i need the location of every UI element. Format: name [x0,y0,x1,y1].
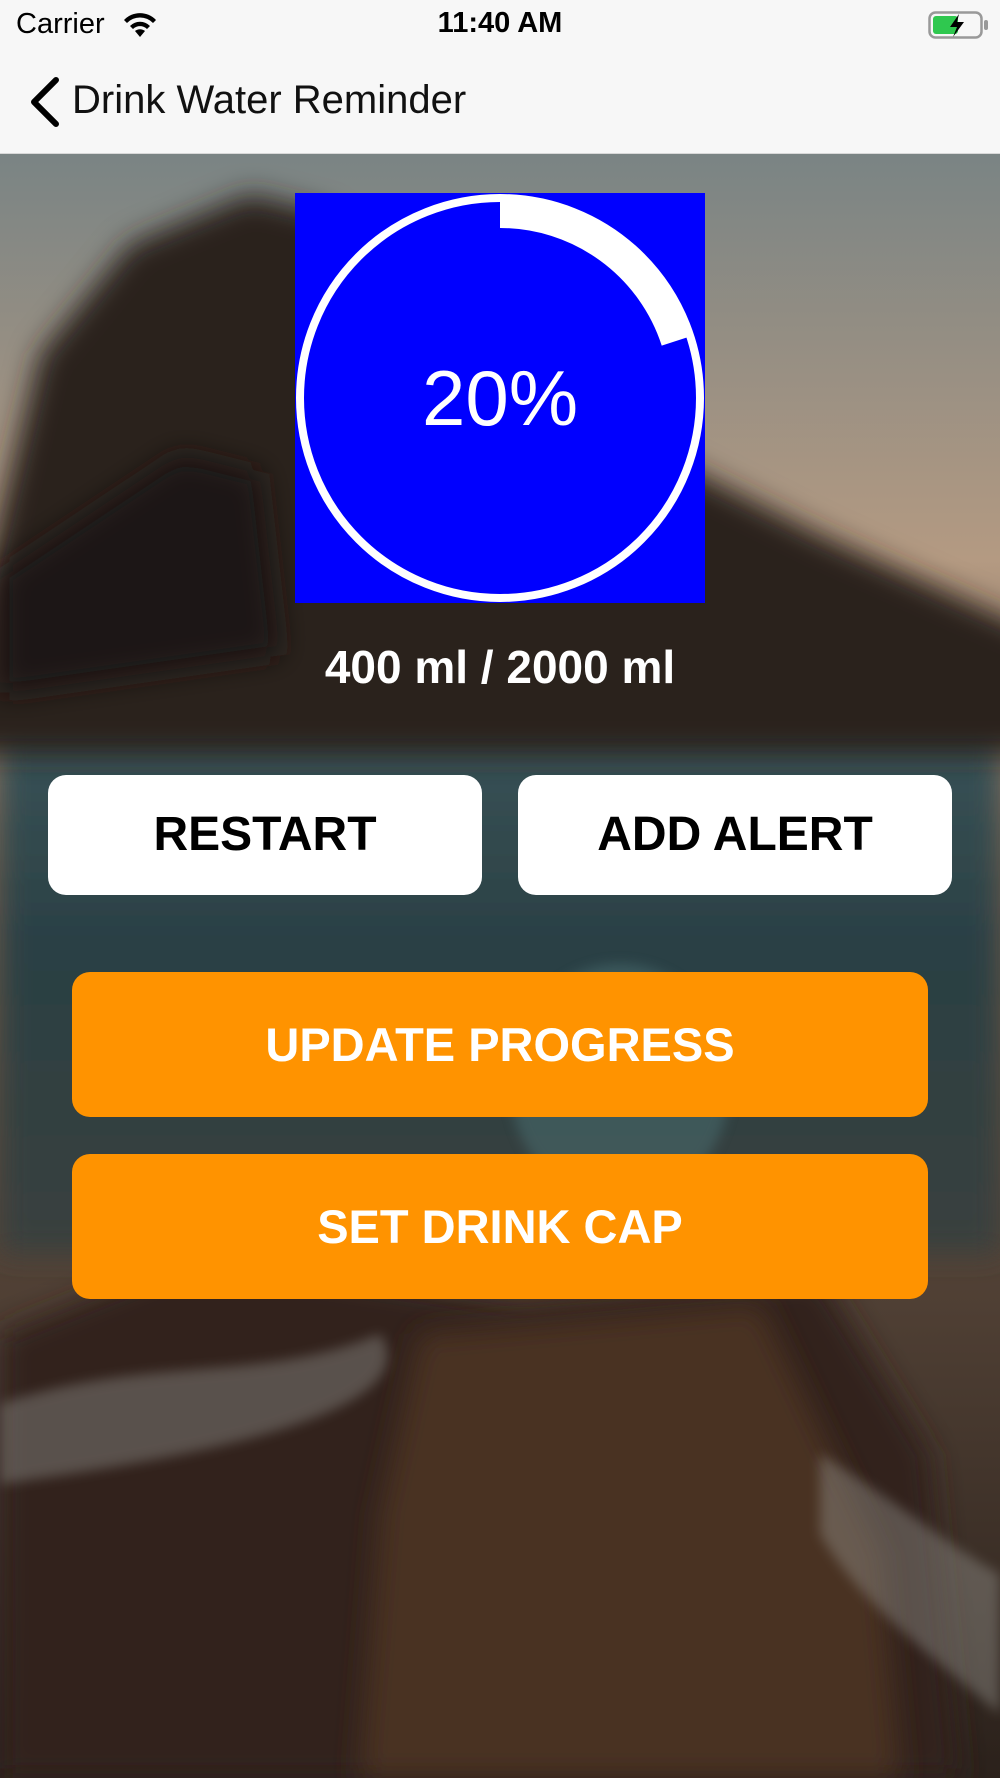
progress-percent: 20% [421,354,579,442]
navigation-bar: Drink Water Reminder [0,50,1000,154]
app-screen: Carrier 11:40 AM Drink Water Reminder 20… [0,0,1000,1778]
clock-label: 11:40 AM [437,7,563,39]
chevron-left-icon[interactable] [28,76,62,133]
volume-readout: 400 ml / 2000 ml [324,641,676,693]
set-drink-cap-button[interactable]: SET DRINK CAP [72,1154,928,1299]
progress-ring: 20% [295,193,705,603]
nav-title: Drink Water Reminder [72,78,467,122]
status-bar: Carrier 11:40 AM [0,0,1000,50]
restart-button[interactable]: RESTART [48,775,482,895]
update-progress-button[interactable]: UPDATE PROGRESS [72,972,928,1117]
add-alert-button[interactable]: ADD ALERT [518,775,952,895]
battery-charging-icon [928,10,990,45]
